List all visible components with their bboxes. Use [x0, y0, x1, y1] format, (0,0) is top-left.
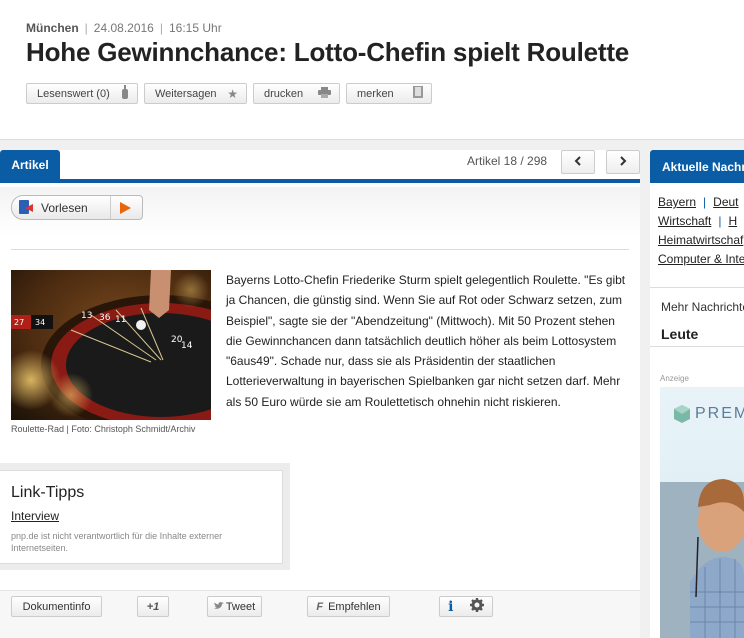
sidebar-link-computer[interactable]: Computer & Inte	[658, 252, 744, 266]
tab-artikel[interactable]: Artikel	[0, 150, 60, 179]
article-body: Bayerns Lotto-Chefin Friederike Sturm sp…	[226, 273, 626, 409]
page-title: Hohe Gewinnchance: Lotto-Chefin spielt R…	[26, 37, 630, 67]
dokumentinfo-button[interactable]: Dokumentinfo	[11, 596, 102, 617]
article-subbar: Vorlesen	[0, 187, 640, 235]
svg-text:14: 14	[181, 341, 193, 351]
article-footer-bar: Dokumentinfo +1 Tweet F Empfehlen i	[0, 590, 640, 638]
weitersagen-button[interactable]: Weitersagen ★	[144, 83, 247, 104]
speaker-icon	[19, 199, 39, 216]
article-date: 24.08.2016	[93, 21, 154, 35]
empfehlen-button[interactable]: F Empfehlen	[307, 596, 390, 617]
drucken-label: drucken	[264, 87, 304, 100]
link-tips-interview-link[interactable]: Interview	[11, 509, 59, 523]
more-news-value: Leute	[661, 326, 699, 342]
merken-button[interactable]: merken	[346, 83, 432, 104]
chevron-left-icon	[574, 155, 582, 169]
article-time: 16:15 Uhr	[168, 21, 222, 35]
svg-text:34: 34	[35, 318, 45, 327]
svg-text:36: 36	[99, 313, 111, 323]
sidebar-link-heimatwirtschaft[interactable]: Heimatwirtschaf	[658, 233, 743, 247]
sidebar-heading: Aktuelle Nachr	[650, 150, 744, 183]
ad-brand: PREM	[695, 405, 744, 422]
svg-text:11: 11	[115, 315, 126, 325]
link-tips-title: Link-Tipps	[11, 484, 85, 501]
separator-band	[0, 140, 744, 150]
chevron-right-icon	[619, 155, 627, 169]
ad-label: Anzeige	[660, 374, 689, 383]
gear-icon[interactable]	[469, 598, 484, 615]
info-icon[interactable]: i	[448, 599, 453, 615]
link-tips-box: Link-Tipps Interview pnp.de ist nicht ve…	[0, 463, 290, 570]
article-location: München	[26, 21, 79, 35]
next-article-button[interactable]	[606, 150, 640, 174]
sidebar: Aktuelle Nachr Bayern | Deut Wirtschaft | H …	[650, 150, 744, 638]
empfehlen-label: Empfehlen	[328, 600, 381, 613]
previous-article-button[interactable]	[561, 150, 595, 174]
lesenswert-label: Lesenswert (0)	[37, 87, 110, 100]
twitter-bird-icon	[213, 601, 224, 613]
article-toolbar: Lesenswert (0) Weitersagen ★ drucken mer…	[26, 83, 432, 104]
facebook-icon: F	[316, 600, 324, 613]
sidebar-link-deutschland[interactable]: Deut	[713, 195, 738, 209]
article-meta: München | 24.08.2016 | 16:15 Uhr	[26, 21, 222, 35]
tweet-button[interactable]: Tweet	[207, 596, 262, 617]
divider	[11, 249, 629, 250]
svg-text:13: 13	[81, 311, 92, 321]
vorlesen-label: Vorlesen	[41, 200, 88, 215]
drucken-button[interactable]: drucken	[253, 83, 340, 104]
weitersagen-label: Weitersagen	[155, 87, 217, 100]
more-news-box[interactable]: Mehr Nachrichte Leute	[650, 287, 744, 347]
sidebar-link-h[interactable]: H	[728, 214, 737, 228]
sidebar-link-wirtschaft[interactable]: Wirtschaft	[658, 214, 711, 228]
image-caption: Roulette-Rad | Foto: Christoph Schmidt/A…	[11, 424, 196, 434]
svg-text:27: 27	[14, 318, 24, 327]
article-panel: Artikel Artikel 18 / 298 Vorlesen 13 36 …	[0, 150, 640, 638]
article-header: München | 24.08.2016 | 16:15 Uhr Hohe Gewinn…	[0, 0, 744, 140]
more-news-label: Mehr Nachrichte	[661, 300, 744, 314]
sidebar-links: Bayern | Deut Wirtschaft | H Heimatwirtschaf…	[658, 195, 744, 266]
article-tabbar: Artikel Artikel 18 / 298	[0, 150, 640, 183]
article-counter: Artikel 18 / 298	[467, 154, 548, 168]
article-image: 13 36 11 20 14 27 34	[11, 270, 211, 420]
lesenswert-button[interactable]: Lesenswert (0)	[26, 83, 138, 104]
play-icon[interactable]	[120, 202, 131, 214]
bottle-icon	[121, 85, 129, 102]
star-icon: ★	[227, 86, 238, 101]
link-tips-note: pnp.de ist nicht verantwortlich für die …	[11, 531, 223, 553]
sidebar-link-bayern[interactable]: Bayern	[658, 195, 696, 209]
tweet-label: Tweet	[225, 600, 256, 613]
vorlesen-button[interactable]: Vorlesen	[11, 195, 143, 220]
plus-one-button[interactable]: +1	[137, 596, 169, 617]
info-settings-group: i	[439, 596, 493, 617]
printer-icon	[318, 86, 331, 101]
merken-label: merken	[357, 87, 394, 100]
advertisement[interactable]: PREM	[660, 387, 744, 638]
bookmark-icon	[413, 86, 423, 101]
